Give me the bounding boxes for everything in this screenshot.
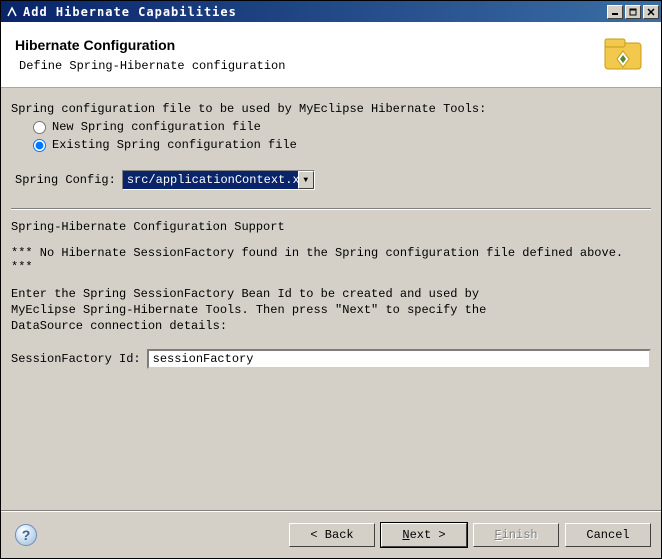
cancel-label: Cancel	[586, 528, 629, 542]
wizard-body: Spring configuration file to be used by …	[1, 88, 661, 510]
spring-config-value: src/applicationContext.xml	[123, 171, 298, 189]
radio-existing-config[interactable]: Existing Spring configuration file	[33, 138, 651, 152]
next-button[interactable]: Next >	[381, 523, 467, 547]
window-title: Add Hibernate Capabilities	[23, 5, 607, 19]
session-factory-input[interactable]	[147, 349, 651, 369]
radio-existing-label: Existing Spring configuration file	[52, 138, 297, 152]
radio-existing-input[interactable]	[33, 139, 46, 152]
radio-new-config[interactable]: New Spring configuration file	[33, 120, 651, 134]
wizard-footer: ? < Back Next > Finish Cancel	[1, 510, 661, 558]
back-button[interactable]: < Back	[289, 523, 375, 547]
page-subtitle: Define Spring-Hibernate configuration	[15, 59, 599, 73]
warning-text: *** No Hibernate SessionFactory found in…	[11, 246, 651, 274]
help-icon[interactable]: ?	[15, 524, 37, 546]
intro-text: Spring configuration file to be used by …	[11, 102, 651, 116]
spring-config-row: Spring Config: src/applicationContext.xm…	[15, 170, 651, 190]
back-label: < Back	[310, 528, 353, 542]
finish-label: inish	[502, 528, 538, 542]
next-label: ext >	[410, 528, 446, 542]
session-factory-row: SessionFactory Id:	[11, 349, 651, 369]
app-icon	[5, 5, 19, 19]
radio-new-label: New Spring configuration file	[52, 120, 261, 134]
session-factory-label: SessionFactory Id:	[11, 352, 141, 366]
cancel-button[interactable]: Cancel	[565, 523, 651, 547]
header-text: Hibernate Configuration Define Spring-Hi…	[15, 37, 599, 73]
titlebar: Add Hibernate Capabilities	[1, 1, 661, 22]
radio-new-input[interactable]	[33, 121, 46, 134]
finish-mnemonic: F	[494, 528, 501, 542]
finish-button: Finish	[473, 523, 559, 547]
close-button[interactable]	[643, 5, 659, 19]
support-heading: Spring-Hibernate Configuration Support	[11, 220, 651, 234]
spring-config-combo[interactable]: src/applicationContext.xml ▼	[122, 170, 315, 190]
wizard-header: Hibernate Configuration Define Spring-Hi…	[1, 22, 661, 88]
hibernate-icon	[599, 33, 647, 77]
chevron-down-icon[interactable]: ▼	[298, 171, 314, 189]
instruction-text: Enter the Spring SessionFactory Bean Id …	[11, 286, 531, 335]
wizard-window: Add Hibernate Capabilities Hibernate Con…	[0, 0, 662, 559]
maximize-button[interactable]	[625, 5, 641, 19]
page-title: Hibernate Configuration	[15, 37, 599, 53]
minimize-button[interactable]	[607, 5, 623, 19]
next-mnemonic: N	[402, 528, 409, 542]
window-controls	[607, 5, 659, 19]
divider	[11, 208, 651, 210]
spring-config-label: Spring Config:	[15, 173, 116, 187]
